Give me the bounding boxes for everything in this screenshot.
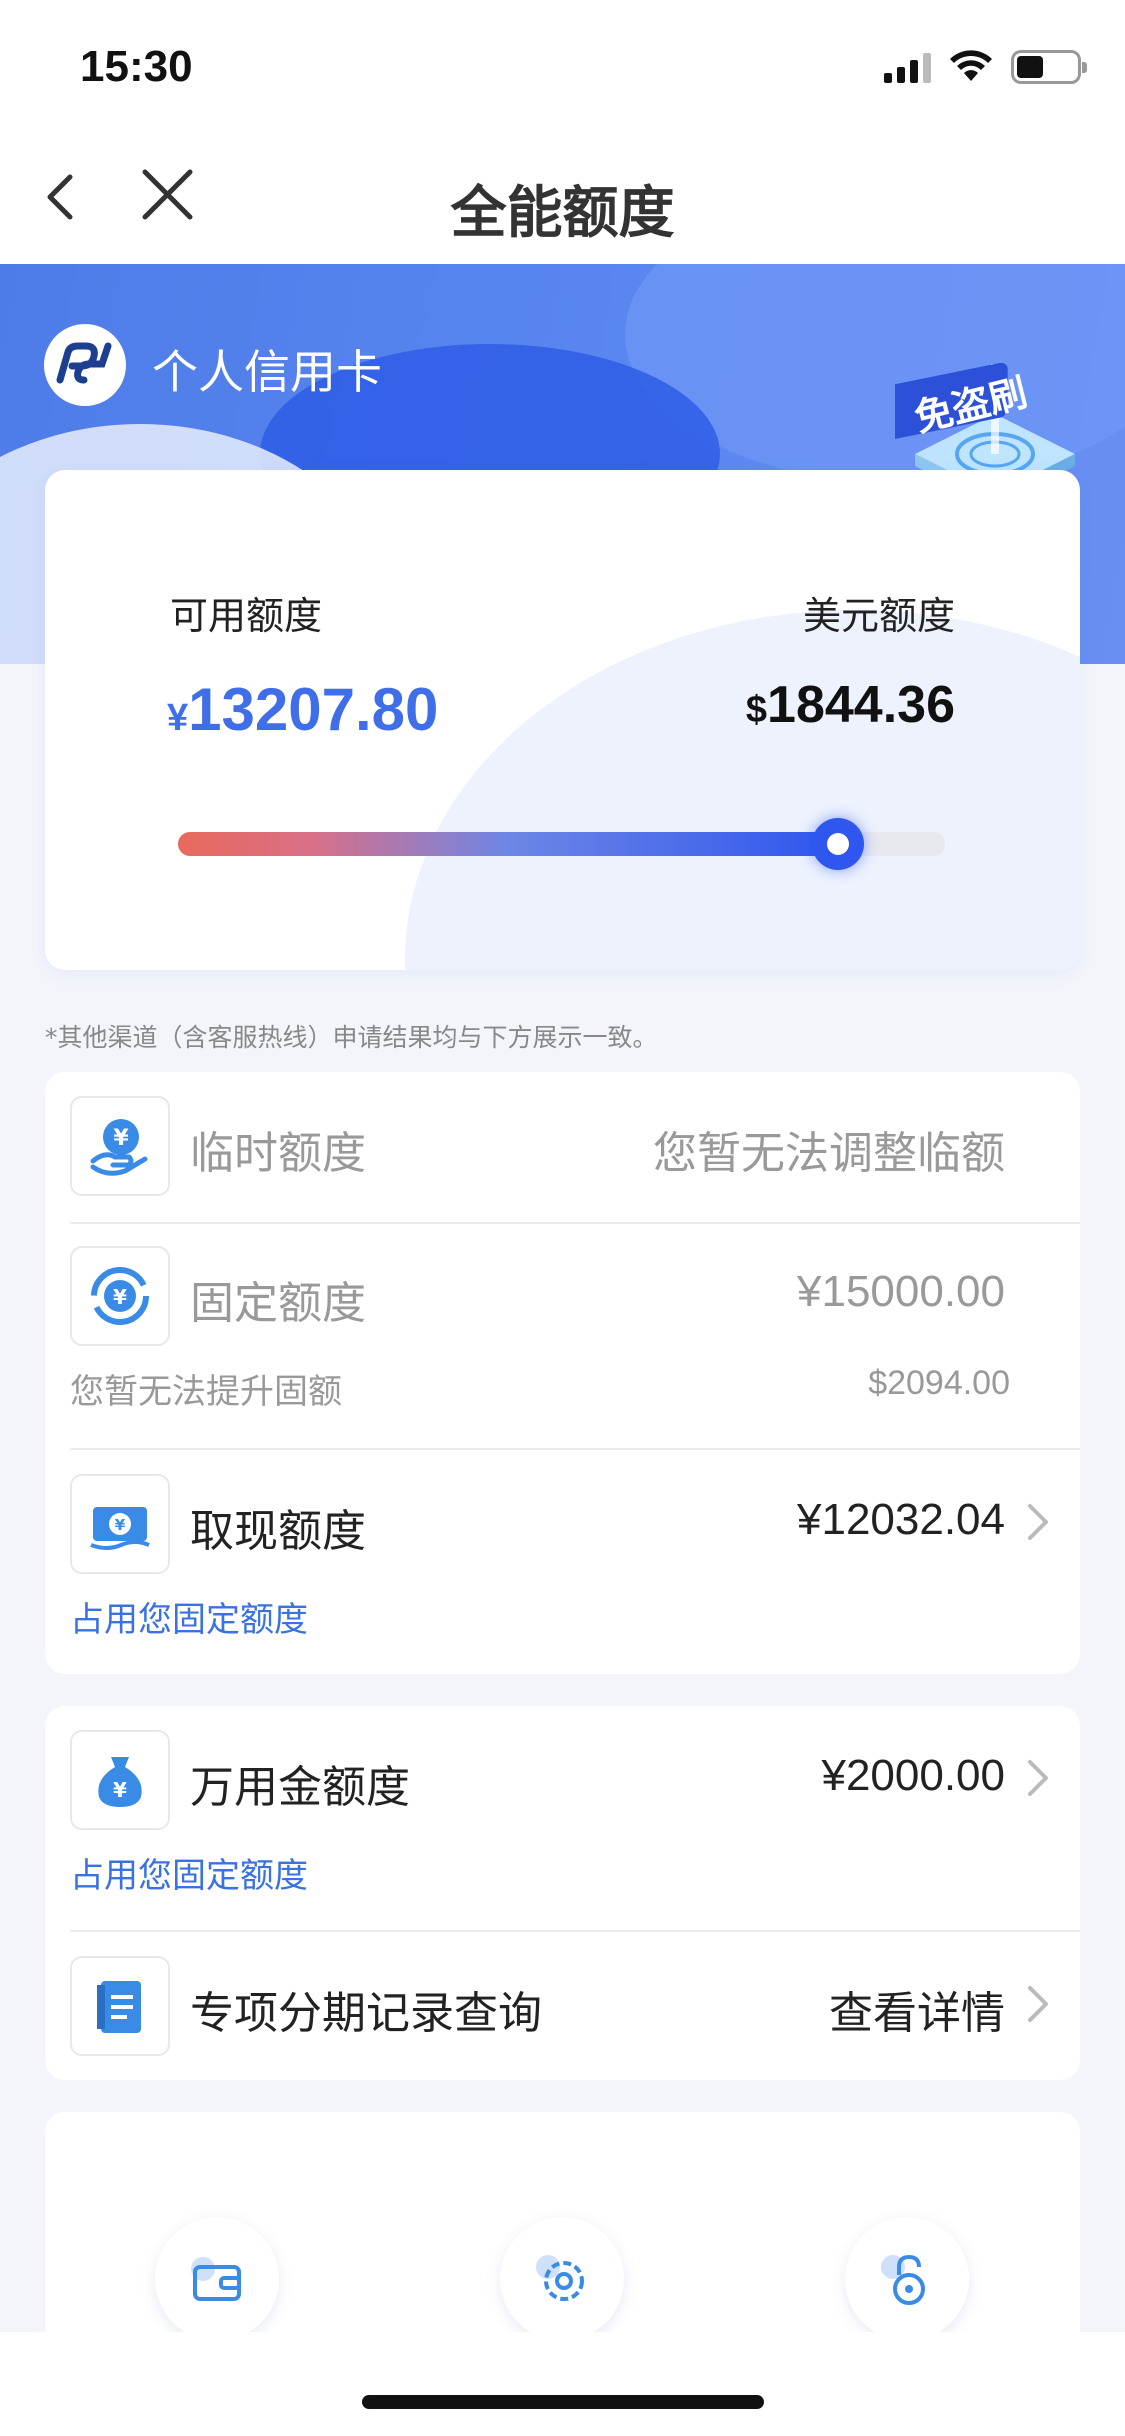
- services-card: ¥ 万用金额度 ¥2000.00 占用您固定额度 专项分期记录查询 查看详情: [45, 1706, 1080, 2080]
- svg-text:¥: ¥: [113, 1778, 127, 1802]
- cash-limit-title: 取现额度: [190, 1506, 366, 1557]
- svg-text:¥: ¥: [115, 1516, 126, 1534]
- status-icons: [884, 50, 1087, 84]
- available-limit-label: 可用额度: [170, 594, 323, 638]
- card-type-label: 个人信用卡: [152, 345, 382, 399]
- fixed-limit-icon: ¥: [70, 1246, 170, 1346]
- cash-limit-row[interactable]: ¥ 取现额度 ¥12032.04 占用您固定额度: [45, 1450, 1080, 1674]
- status-bar: 15:30: [0, 0, 1125, 132]
- available-limit-value: ¥13207.80: [167, 675, 438, 744]
- wanyongjin-note-link[interactable]: 占用您固定额度: [70, 1848, 308, 1897]
- nav-bar: 全能额度: [0, 132, 1125, 264]
- wanyongjin-limit-row[interactable]: ¥ 万用金额度 ¥2000.00 占用您固定额度: [45, 1706, 1080, 1930]
- page-title: 全能额度: [450, 181, 675, 246]
- cellular-signal-icon: [884, 51, 931, 83]
- wallet-button[interactable]: [155, 2217, 279, 2341]
- wallet-icon: [191, 2257, 241, 2301]
- installment-record-row[interactable]: 专项分期记录查询 查看详情: [45, 1932, 1080, 2080]
- chevron-right-icon: [1028, 1986, 1048, 2022]
- installment-record-action[interactable]: 查看详情: [829, 1977, 1005, 2041]
- bank-logo-icon: [44, 324, 126, 406]
- gear-icon: [536, 2255, 584, 2301]
- fixed-limit-value: ¥15000.00: [797, 1267, 1005, 1316]
- chevron-right-icon: [1028, 1504, 1048, 1540]
- temporary-limit-icon: ¥: [70, 1096, 170, 1196]
- limits-list-card: ¥ 临时额度 您暂无法调整临额 ¥ 固定额度 ¥15000.00 您暂无法提升固…: [45, 1072, 1080, 1674]
- fixed-limit-note: 您暂无法提升固额: [70, 1372, 342, 1412]
- fixed-limit-usd: $2094.00: [868, 1364, 1010, 1402]
- svg-text:¥: ¥: [113, 1126, 129, 1151]
- settings-button[interactable]: [500, 2217, 624, 2341]
- lock-icon: [881, 2254, 925, 2305]
- limit-usage-thumb: [811, 818, 864, 870]
- channel-note: *其他渠道（含客服热线）申请结果均与下方展示一致。: [45, 1023, 658, 1052]
- cny-symbol: ¥: [167, 697, 189, 739]
- fixed-limit-title: 固定额度: [190, 1278, 366, 1329]
- document-icon: [70, 1956, 170, 2056]
- usd-limit-label: 美元额度: [802, 594, 955, 638]
- fixed-limit-row[interactable]: ¥ 固定额度 ¥15000.00 您暂无法提升固额 $2094.00: [45, 1224, 1080, 1448]
- temporary-limit-row[interactable]: ¥ 临时额度 您暂无法调整临额: [45, 1072, 1080, 1222]
- cash-limit-note-link[interactable]: 占用您固定额度: [70, 1592, 308, 1641]
- limit-summary-card: 可用额度 美元额度 ¥13207.80 $1844.36: [45, 470, 1080, 970]
- lock-button[interactable]: [845, 2217, 969, 2341]
- cash-limit-value: ¥12032.04: [797, 1495, 1005, 1544]
- limit-usage-bar: [178, 818, 945, 870]
- svg-text:¥: ¥: [113, 1285, 127, 1309]
- temporary-limit-title: 临时额度: [190, 1128, 366, 1179]
- usd-limit-value: $1844.36: [746, 675, 955, 735]
- chevron-right-icon: [1028, 1760, 1048, 1796]
- battery-icon: [1011, 50, 1087, 84]
- wifi-icon: [950, 50, 992, 81]
- cash-limit-icon: ¥: [70, 1474, 170, 1574]
- home-indicator[interactable]: [362, 2395, 764, 2409]
- temporary-limit-value: 您暂无法调整临额: [653, 1128, 1005, 1179]
- bottom-safe-area: [0, 2332, 1125, 2436]
- installment-record-title: 专项分期记录查询: [190, 1988, 542, 2039]
- usd-amount: 1844.36: [767, 676, 955, 734]
- limit-usage-fill: [178, 832, 838, 856]
- usd-symbol: $: [745, 689, 768, 731]
- status-time: 15:30: [80, 42, 193, 91]
- wanyongjin-limit-title: 万用金额度: [190, 1762, 410, 1813]
- wanyongjin-limit-value: ¥2000.00: [821, 1751, 1005, 1800]
- money-bag-icon: ¥: [70, 1730, 170, 1830]
- available-amount: 13207.80: [188, 676, 439, 743]
